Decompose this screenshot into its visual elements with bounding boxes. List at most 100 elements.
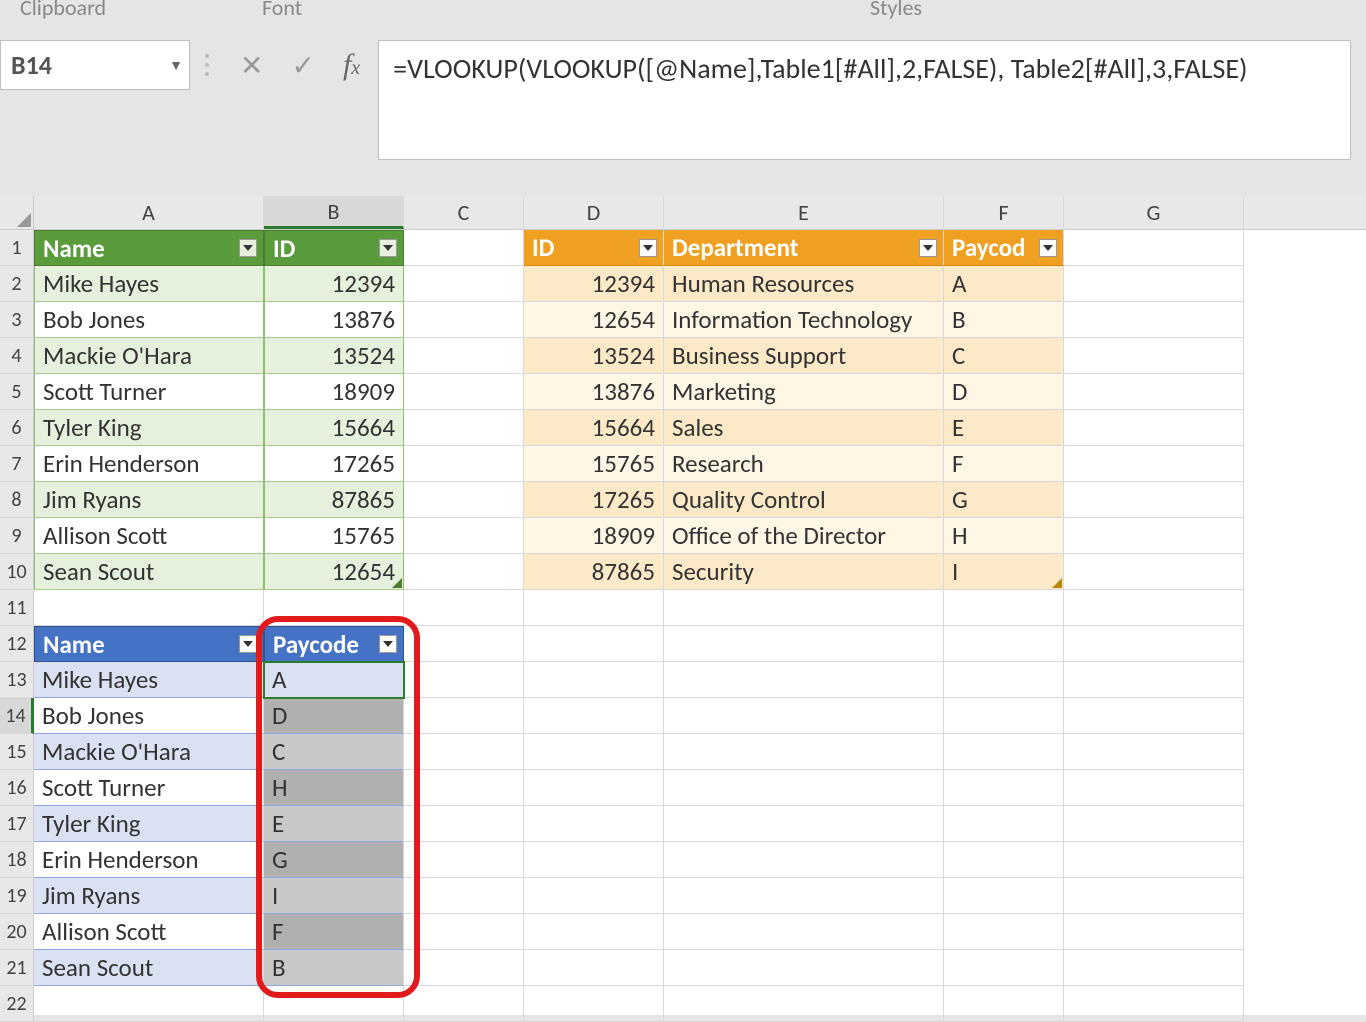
cell-F5[interactable]: D	[944, 374, 1064, 410]
cell-F2[interactable]: A	[944, 266, 1064, 302]
cell-C22[interactable]	[404, 986, 524, 1022]
cell-C1[interactable]	[404, 230, 524, 266]
row-header-16[interactable]: 16	[0, 770, 34, 806]
drag-handle-icon[interactable]	[202, 54, 212, 76]
cell-G18[interactable]	[1064, 842, 1244, 878]
row-header-12[interactable]: 12	[0, 626, 34, 662]
cell-A3[interactable]: Bob Jones	[34, 302, 264, 338]
cell-G2[interactable]	[1064, 266, 1244, 302]
cell-E12[interactable]	[664, 626, 944, 662]
cell-A9[interactable]: Allison Scott	[34, 518, 264, 554]
cell-F18[interactable]	[944, 842, 1064, 878]
cell-E3[interactable]: Information Technology	[664, 302, 944, 338]
cell-D10[interactable]: 87865	[524, 554, 664, 590]
cell-G3[interactable]	[1064, 302, 1244, 338]
cell-D5[interactable]: 13876	[524, 374, 664, 410]
cell-D14[interactable]	[524, 698, 664, 734]
cell-B1[interactable]: ID	[264, 230, 404, 266]
cell-C13[interactable]	[404, 662, 524, 698]
filter-button[interactable]	[919, 239, 937, 257]
cell-A8[interactable]: Jim Ryans	[34, 482, 264, 518]
cell-B15[interactable]: C	[264, 734, 404, 770]
cell-A5[interactable]: Scott Turner	[34, 374, 264, 410]
cell-A17[interactable]: Tyler King	[34, 806, 264, 842]
cell-F7[interactable]: F	[944, 446, 1064, 482]
cell-D8[interactable]: 17265	[524, 482, 664, 518]
cell-E16[interactable]	[664, 770, 944, 806]
cell-B9[interactable]: 15765	[264, 518, 404, 554]
row-header-22[interactable]: 22	[0, 986, 34, 1022]
cell-G1[interactable]	[1064, 230, 1244, 266]
cell-A18[interactable]: Erin Henderson	[34, 842, 264, 878]
row-header-7[interactable]: 7	[0, 446, 34, 482]
cell-E19[interactable]	[664, 878, 944, 914]
cell-B2[interactable]: 12394	[264, 266, 404, 302]
cell-D19[interactable]	[524, 878, 664, 914]
row-header-9[interactable]: 9	[0, 518, 34, 554]
cell-A21[interactable]: Sean Scout	[34, 950, 264, 986]
cell-B14[interactable]: D	[264, 698, 404, 734]
row-header-4[interactable]: 4	[0, 338, 34, 374]
cell-D11[interactable]	[524, 590, 664, 626]
cell-C17[interactable]	[404, 806, 524, 842]
chevron-down-icon[interactable]: ▼	[169, 57, 183, 74]
cell-D2[interactable]: 12394	[524, 266, 664, 302]
cell-D12[interactable]	[524, 626, 664, 662]
cell-F14[interactable]	[944, 698, 1064, 734]
cancel-icon[interactable]: ✕	[240, 48, 263, 83]
cell-E17[interactable]	[664, 806, 944, 842]
cell-A13[interactable]: Mike Hayes	[34, 662, 264, 698]
row-header-15[interactable]: 15	[0, 734, 34, 770]
row-header-20[interactable]: 20	[0, 914, 34, 950]
cell-A20[interactable]: Allison Scott	[34, 914, 264, 950]
cell-E18[interactable]	[664, 842, 944, 878]
cell-C15[interactable]	[404, 734, 524, 770]
cell-B3[interactable]: 13876	[264, 302, 404, 338]
cell-G11[interactable]	[1064, 590, 1244, 626]
cell-C20[interactable]	[404, 914, 524, 950]
cell-E9[interactable]: Office of the Director	[664, 518, 944, 554]
row-header-10[interactable]: 10	[0, 554, 34, 590]
row-header-11[interactable]: 11	[0, 590, 34, 626]
cell-B7[interactable]: 17265	[264, 446, 404, 482]
cell-G4[interactable]	[1064, 338, 1244, 374]
cell-C18[interactable]	[404, 842, 524, 878]
row-header-19[interactable]: 19	[0, 878, 34, 914]
filter-button[interactable]	[639, 239, 657, 257]
cell-A22[interactable]	[34, 986, 264, 1022]
cell-A7[interactable]: Erin Henderson	[34, 446, 264, 482]
filter-button[interactable]	[379, 635, 397, 653]
cell-D18[interactable]	[524, 842, 664, 878]
cell-D6[interactable]: 15664	[524, 410, 664, 446]
cell-C21[interactable]	[404, 950, 524, 986]
cell-B20[interactable]: F	[264, 914, 404, 950]
cell-A1[interactable]: Name	[34, 230, 264, 266]
cell-E10[interactable]: Security	[664, 554, 944, 590]
cell-F6[interactable]: E	[944, 410, 1064, 446]
cell-E20[interactable]	[664, 914, 944, 950]
formula-input[interactable]: =VLOOKUP(VLOOKUP([@Name],Table1[#All],2,…	[378, 40, 1351, 160]
cell-G9[interactable]	[1064, 518, 1244, 554]
cell-D1[interactable]: ID	[524, 230, 664, 266]
select-all-corner[interactable]	[0, 196, 34, 229]
fx-icon[interactable]: fx	[343, 48, 360, 82]
cell-C16[interactable]	[404, 770, 524, 806]
cell-F10[interactable]: I	[944, 554, 1064, 590]
cell-G19[interactable]	[1064, 878, 1244, 914]
cell-C5[interactable]	[404, 374, 524, 410]
filter-button[interactable]	[239, 635, 257, 653]
col-header-A[interactable]: A	[34, 196, 264, 229]
cell-B22[interactable]	[264, 986, 404, 1022]
cell-C12[interactable]	[404, 626, 524, 662]
col-header-D[interactable]: D	[524, 196, 664, 229]
cell-D7[interactable]: 15765	[524, 446, 664, 482]
cell-G6[interactable]	[1064, 410, 1244, 446]
row-header-2[interactable]: 2	[0, 266, 34, 302]
cell-D17[interactable]	[524, 806, 664, 842]
cell-A12[interactable]: Name	[34, 626, 264, 662]
row-header-6[interactable]: 6	[0, 410, 34, 446]
cell-F17[interactable]	[944, 806, 1064, 842]
cell-G7[interactable]	[1064, 446, 1244, 482]
cell-C3[interactable]	[404, 302, 524, 338]
cell-F1[interactable]: Paycod	[944, 230, 1064, 266]
